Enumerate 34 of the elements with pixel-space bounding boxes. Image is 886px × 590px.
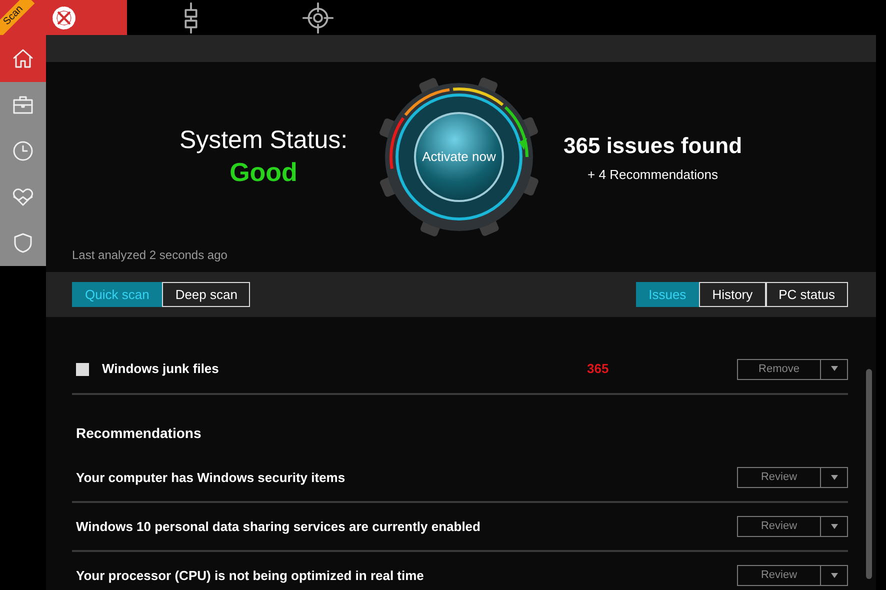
split-button[interactable]: Review [737, 467, 848, 488]
recommendations-count: + 4 Recommendations [588, 166, 718, 184]
sidebar-item[interactable] [0, 82, 46, 128]
issue-label: Windows junk files [102, 360, 220, 378]
caret-icon [830, 524, 838, 529]
split-button[interactable]: Remove [737, 358, 848, 380]
split-button[interactable]: Review [737, 565, 848, 586]
recommendation-text: Your processor (CPU) is not being optimized in real time [76, 566, 425, 585]
recommendation-text: Your computer has Windows security items [76, 468, 346, 487]
recommendation-text: Windows 10 personal data sharing services are currently enabled [76, 518, 482, 536]
segment-tab[interactable]: History [699, 282, 766, 307]
action-button[interactable]: Review [738, 566, 820, 585]
sidebar-item[interactable] [0, 35, 46, 82]
split-button[interactable]: Review [737, 516, 848, 537]
action-button[interactable]: Review [738, 517, 820, 536]
status-label: System Status: [179, 125, 348, 155]
clock-icon [11, 139, 35, 163]
issue-count: 365 [587, 360, 610, 378]
action-button[interactable]: Remove [738, 360, 820, 378]
status-value: Good [230, 156, 298, 189]
scrollbar[interactable] [866, 369, 872, 579]
action-button[interactable]: Review [738, 468, 820, 487]
segment-tab[interactable]: PC status [766, 282, 848, 307]
caret-icon [830, 572, 838, 578]
segment-tab[interactable]: Deep scan [162, 282, 250, 307]
checkbox[interactable] [76, 362, 89, 376]
caret-icon [830, 366, 838, 372]
section-heading: Recommendations [75, 424, 202, 443]
crosshair-icon [302, 2, 334, 34]
home-icon [11, 46, 35, 70]
last-analyzed-text: Last analyzed 2 seconds ago [72, 247, 228, 264]
caret-icon [830, 474, 838, 480]
sidebar-item[interactable] [0, 220, 46, 266]
issues-count: 365 issues found [564, 132, 742, 160]
